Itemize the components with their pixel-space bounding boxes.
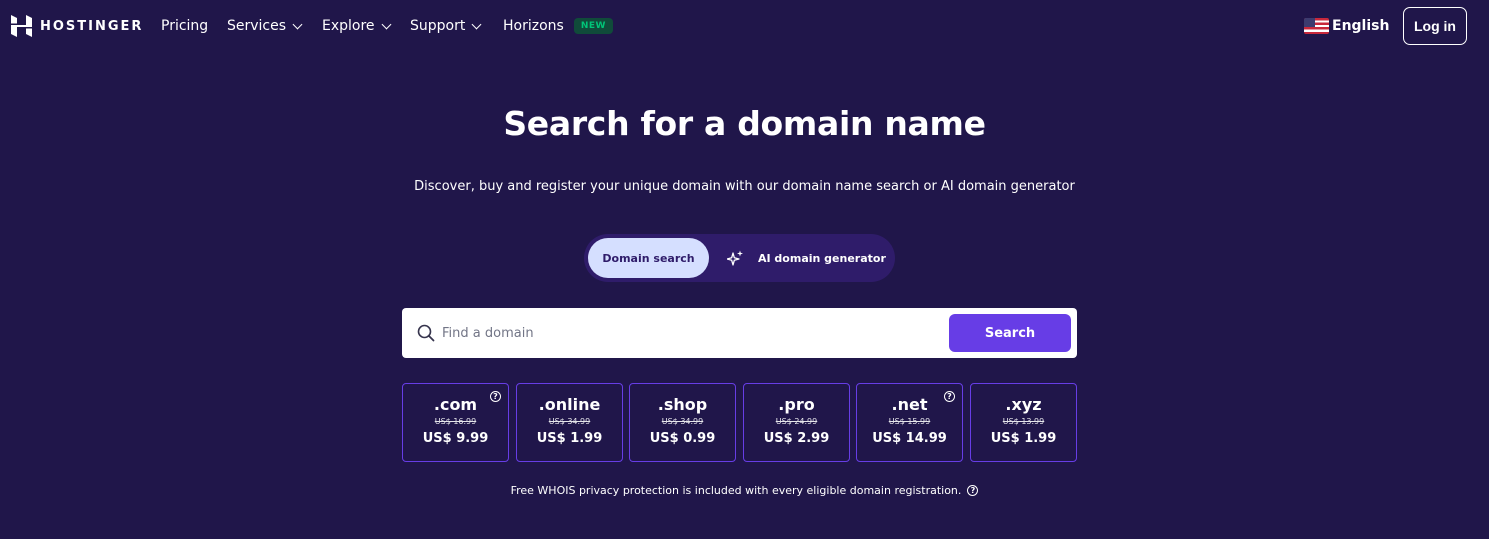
tab-ai-label: AI domain generator bbox=[758, 251, 886, 265]
brand-name: HOSTINGER bbox=[40, 18, 144, 34]
tld-card-com[interactable]: ? .com US$ 16.99 US$ 9.99 bbox=[402, 383, 509, 462]
search-mode-tabs: Domain search AI domain generator bbox=[584, 234, 895, 282]
tld-new-price: US$ 1.99 bbox=[990, 431, 1057, 446]
tld-new-price: US$ 1.99 bbox=[536, 431, 603, 446]
tld-new-price: US$ 14.99 bbox=[872, 431, 947, 446]
new-badge: NEW bbox=[573, 18, 613, 34]
nav-explore[interactable]: Explore bbox=[322, 18, 391, 34]
tld-name: .net bbox=[891, 395, 928, 414]
tld-old-price: US$ 34.99 bbox=[661, 417, 704, 426]
domain-search-input[interactable] bbox=[442, 320, 942, 346]
login-button[interactable]: Log in bbox=[1403, 7, 1467, 45]
nav-horizons[interactable]: Horizons NEW bbox=[503, 18, 613, 34]
tld-name: .com bbox=[433, 395, 478, 414]
tld-card-xyz[interactable]: .xyz US$ 13.99 US$ 1.99 bbox=[970, 383, 1077, 462]
nav-explore-label: Explore bbox=[322, 18, 375, 34]
tld-new-price: US$ 2.99 bbox=[763, 431, 830, 446]
nav-pricing-label: Pricing bbox=[161, 18, 209, 34]
nav-services-label: Services bbox=[227, 18, 287, 34]
tld-old-price: US$ 16.99 bbox=[434, 417, 477, 426]
tld-name: .shop bbox=[657, 395, 708, 414]
sparkle-icon bbox=[727, 250, 743, 266]
chevron-down-icon bbox=[292, 19, 303, 29]
tld-new-price: US$ 9.99 bbox=[422, 431, 489, 446]
help-icon[interactable]: ? bbox=[967, 485, 979, 496]
search-button[interactable]: Search bbox=[949, 314, 1071, 352]
tld-name: .xyz bbox=[1005, 395, 1042, 414]
us-flag-icon bbox=[1304, 18, 1329, 34]
tld-old-price: US$ 34.99 bbox=[548, 417, 591, 426]
tld-card-shop[interactable]: .shop US$ 34.99 US$ 0.99 bbox=[629, 383, 736, 462]
tld-old-price: US$ 15.99 bbox=[888, 417, 931, 426]
domain-search-box: Search bbox=[402, 308, 1077, 358]
tld-old-price: US$ 24.99 bbox=[775, 417, 818, 426]
top-navigation: HOSTINGER Pricing Services Explore Suppo… bbox=[0, 0, 1489, 52]
nav-services[interactable]: Services bbox=[227, 18, 303, 34]
language-label: English bbox=[1332, 18, 1390, 34]
nav-pricing[interactable]: Pricing bbox=[161, 18, 208, 34]
tld-card-net[interactable]: ? .net US$ 15.99 US$ 14.99 bbox=[856, 383, 963, 462]
hostinger-logo-icon bbox=[11, 15, 32, 37]
search-icon bbox=[417, 324, 435, 342]
page-title: Search for a domain name bbox=[503, 104, 986, 143]
whois-footnote: Free WHOIS privacy protection is include… bbox=[0, 484, 1489, 497]
nav-horizons-label: Horizons bbox=[503, 18, 564, 34]
tld-old-price: US$ 13.99 bbox=[1002, 417, 1045, 426]
brand-logo[interactable]: HOSTINGER bbox=[11, 15, 143, 37]
chevron-down-icon bbox=[381, 19, 391, 29]
tld-card-pro[interactable]: .pro US$ 24.99 US$ 2.99 bbox=[743, 383, 850, 462]
tab-ai-domain-generator[interactable]: AI domain generator bbox=[727, 238, 886, 278]
nav-support-label: Support bbox=[410, 18, 466, 34]
chevron-down-icon bbox=[471, 19, 482, 29]
tld-new-price: US$ 0.99 bbox=[649, 431, 716, 446]
tld-card-online[interactable]: .online US$ 34.99 US$ 1.99 bbox=[516, 383, 623, 462]
whois-footnote-text: Free WHOIS privacy protection is include… bbox=[510, 484, 962, 497]
tld-name: .online bbox=[538, 395, 601, 414]
tab-domain-search[interactable]: Domain search bbox=[588, 238, 709, 278]
tld-name: .pro bbox=[778, 395, 815, 414]
nav-support[interactable]: Support bbox=[410, 18, 482, 34]
page-subtitle: Discover, buy and register your unique d… bbox=[414, 179, 1075, 194]
language-selector[interactable]: English bbox=[1304, 18, 1389, 34]
